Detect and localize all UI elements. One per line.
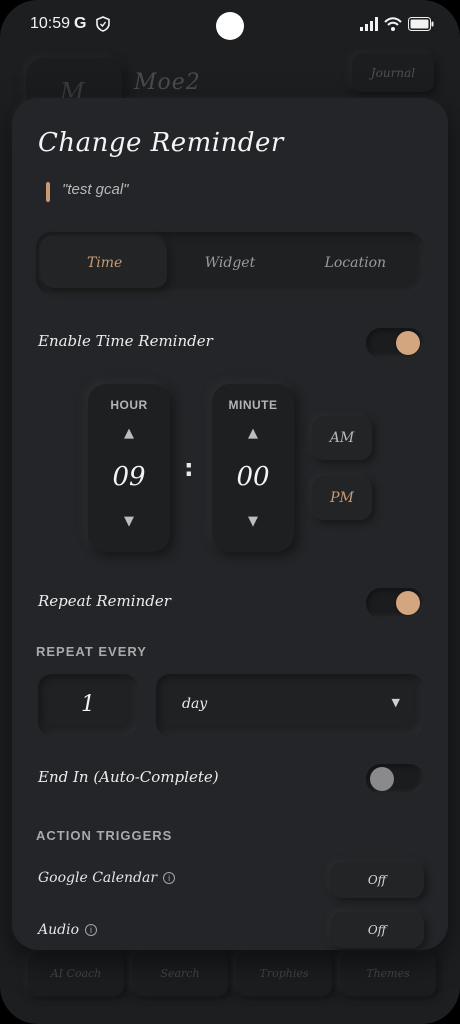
nav-item-ai-coach: AI Coach — [28, 952, 124, 996]
action-triggers-heading: ACTION TRIGGERS — [36, 828, 173, 843]
pm-button[interactable]: PM — [312, 476, 372, 520]
repeat-unit-value: day — [182, 696, 208, 712]
minute-up-arrow-icon[interactable]: ▲ — [212, 426, 294, 441]
enable-time-reminder-label: Enable Time Reminder — [38, 332, 213, 350]
google-calendar-trigger-button[interactable]: Off — [330, 862, 424, 898]
bottom-nav: AI Coach Search Trophies Themes — [28, 952, 436, 996]
am-button[interactable]: AM — [312, 416, 372, 460]
hour-up-arrow-icon[interactable]: ▲ — [88, 426, 170, 441]
end-in-toggle[interactable] — [366, 764, 424, 794]
audio-trigger-label: Audio i — [38, 922, 97, 938]
nav-item-search: Search — [132, 952, 228, 996]
info-icon[interactable]: i — [163, 872, 176, 884]
hour-label: HOUR — [110, 398, 148, 412]
minute-value[interactable]: 00 — [212, 462, 294, 492]
repeat-unit-select[interactable]: day ▼ — [156, 674, 424, 736]
tab-time[interactable]: Time — [42, 238, 168, 288]
reminder-type-tabs: Time Widget Location — [36, 232, 424, 294]
trigger-label-text: Google Calendar — [38, 870, 158, 886]
quote-accent-bar — [46, 182, 50, 202]
info-icon[interactable]: i — [85, 924, 97, 936]
repeat-every-heading: REPEAT EVERY — [36, 644, 147, 659]
minute-label: MINUTE — [228, 398, 278, 412]
phone-screen: 10:59 G M Moe2 Journal AI Coach Search T… — [0, 0, 460, 1024]
status-bar: 10:59 G — [0, 0, 460, 52]
repeat-reminder-label: Repeat Reminder — [38, 592, 171, 610]
repeat-reminder-toggle[interactable] — [366, 588, 424, 618]
shield-icon — [96, 16, 110, 36]
tab-location[interactable]: Location — [293, 238, 418, 288]
change-reminder-modal: Change Reminder "test gcal" Time Widget … — [12, 98, 448, 950]
trigger-label-text: Audio — [38, 922, 79, 938]
google-calendar-trigger-label: Google Calendar i — [38, 870, 176, 886]
toggle-knob — [396, 591, 420, 615]
hour-down-arrow-icon[interactable]: ▼ — [88, 514, 170, 529]
status-time: 10:59 — [30, 15, 71, 32]
wifi-icon — [384, 16, 402, 35]
nav-item-trophies: Trophies — [236, 952, 332, 996]
end-in-label: End In (Auto-Complete) — [38, 768, 219, 786]
modal-title: Change Reminder — [38, 128, 284, 158]
reminder-quote: "test gcal" — [62, 181, 129, 198]
journal-button: Journal — [352, 54, 434, 92]
user-name: Moe2 — [134, 70, 201, 95]
google-icon: G — [74, 15, 87, 32]
nav-item-themes: Themes — [340, 952, 436, 996]
hour-spinner: HOUR ▲ 09 ▼ — [88, 384, 170, 552]
repeat-count-input[interactable]: 1 — [38, 674, 138, 736]
hour-value[interactable]: 09 — [88, 462, 170, 492]
time-separator: : — [184, 454, 194, 482]
toggle-knob — [396, 331, 420, 355]
minute-down-arrow-icon[interactable]: ▼ — [212, 514, 294, 529]
toggle-knob — [370, 767, 394, 791]
enable-time-reminder-toggle[interactable] — [366, 328, 424, 358]
signal-icon — [360, 16, 378, 35]
battery-icon — [408, 16, 434, 35]
camera-cutout — [216, 12, 244, 40]
status-indicators — [360, 16, 434, 35]
audio-trigger-button[interactable]: Off — [330, 912, 424, 948]
chevron-down-icon: ▼ — [391, 696, 400, 709]
tab-widget[interactable]: Widget — [167, 238, 292, 288]
minute-spinner: MINUTE ▲ 00 ▼ — [212, 384, 294, 552]
